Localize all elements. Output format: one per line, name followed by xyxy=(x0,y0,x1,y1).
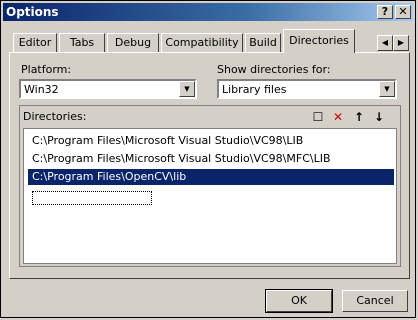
help-button[interactable]: ? xyxy=(377,5,393,19)
tab-scroll-right-button[interactable]: ▶ xyxy=(393,35,409,51)
tab-build[interactable]: Build xyxy=(245,33,281,53)
tab-label: Build xyxy=(249,36,277,49)
tab-strip: Editor Tabs Debug Compatibility Build Di… xyxy=(1,29,417,53)
tab-directories[interactable]: Directories xyxy=(283,29,355,53)
tab-label: Debug xyxy=(114,36,152,49)
tab-label: Editor xyxy=(18,36,52,49)
move-down-icon[interactable]: ↓ xyxy=(371,109,387,125)
platform-label: Platform: xyxy=(21,63,72,76)
new-folder-icon[interactable]: ☐ xyxy=(310,109,326,125)
close-icon: ✕ xyxy=(398,5,408,18)
chevron-down-icon[interactable]: ▼ xyxy=(379,81,395,97)
window-title: Options xyxy=(6,5,59,19)
chevron-down-icon[interactable]: ▼ xyxy=(179,81,195,97)
tab-tabs[interactable]: Tabs xyxy=(59,33,105,53)
list-item[interactable]: C:\Program Files\Microsoft Visual Studio… xyxy=(28,151,394,167)
delete-icon[interactable]: ✕ xyxy=(330,109,346,125)
show-directories-select[interactable]: Library files ▼ xyxy=(217,79,397,99)
chevron-right-icon: ▶ xyxy=(397,38,405,47)
tab-editor[interactable]: Editor xyxy=(13,33,57,53)
tab-compatibility[interactable]: Compatibility xyxy=(161,33,243,53)
directories-header: Directories: ☐ ✕ ↑ ↓ xyxy=(20,106,400,126)
chevron-left-icon: ◀ xyxy=(381,38,389,47)
move-up-icon[interactable]: ↑ xyxy=(351,109,367,125)
title-bar: Options ? ✕ xyxy=(3,3,413,21)
list-item-selected[interactable]: C:\Program Files\OpenCV\lib xyxy=(28,169,394,185)
tab-label: Compatibility xyxy=(165,36,239,49)
options-dialog: Options ? ✕ Editor Tabs Debug Compatibil… xyxy=(0,0,416,318)
directories-list[interactable]: C:\Program Files\Microsoft Visual Studio… xyxy=(23,128,397,264)
help-icon: ? xyxy=(381,5,389,18)
show-directories-value: Library files xyxy=(222,83,287,96)
platform-select[interactable]: Win32 ▼ xyxy=(19,79,197,99)
tab-label: Directories xyxy=(289,34,349,47)
directories-label: Directories: xyxy=(23,110,87,123)
platform-value: Win32 xyxy=(24,83,59,96)
close-button[interactable]: ✕ xyxy=(395,5,411,19)
tab-debug[interactable]: Debug xyxy=(107,33,159,53)
tab-scroll-left-button[interactable]: ◀ xyxy=(377,35,393,51)
show-directories-label: Show directories for: xyxy=(217,63,331,76)
directories-group: Directories: ☐ ✕ ↑ ↓ C:\Program Files\Mi… xyxy=(19,105,401,267)
ok-button[interactable]: OK xyxy=(265,289,333,313)
cancel-button[interactable]: Cancel xyxy=(342,290,408,312)
list-item[interactable]: C:\Program Files\Microsoft Visual Studio… xyxy=(28,133,394,149)
tab-label: Tabs xyxy=(69,36,95,49)
new-entry-slot[interactable] xyxy=(32,191,152,205)
